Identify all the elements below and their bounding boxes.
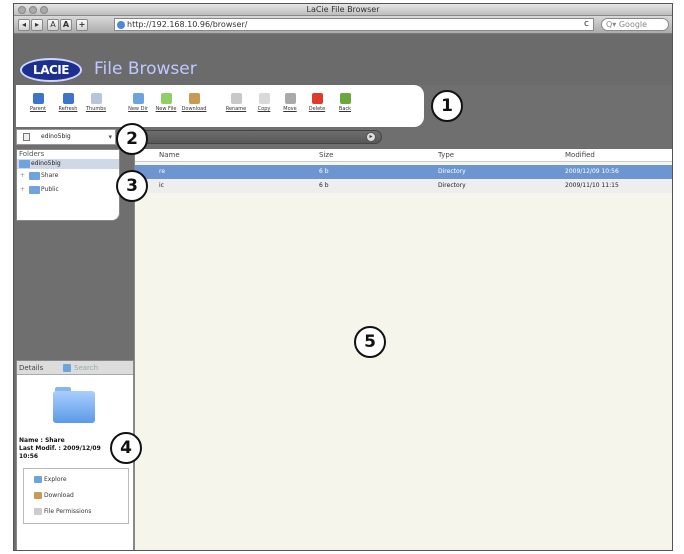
file-modified: 2009/12/09 10:56	[565, 168, 619, 175]
add-bookmark-button[interactable]: +	[76, 19, 88, 31]
drive-icon	[23, 133, 30, 141]
column-header-name[interactable]: Name	[159, 149, 180, 162]
permissions-action[interactable]: File Permissions	[34, 507, 92, 516]
lacie-logo: LACIE	[20, 58, 82, 82]
folder-root[interactable]: edino5big	[17, 159, 119, 169]
text-larger-button[interactable]: A	[60, 19, 72, 31]
explore-icon	[34, 476, 42, 483]
drive-folder-icon	[19, 160, 30, 168]
move-icon	[284, 93, 296, 104]
folder-tree-item-label: Share	[41, 172, 59, 179]
drive-select[interactable]: edino5big ▾	[16, 129, 116, 145]
search-icon	[63, 364, 71, 372]
chevron-down-icon: ▾	[108, 133, 112, 141]
file-name: ic	[159, 182, 164, 189]
thumbs-icon	[90, 93, 102, 104]
callout-5: 5	[354, 326, 386, 358]
forward-button[interactable]: ▸	[31, 19, 43, 31]
go-button[interactable]: ▸	[366, 132, 376, 142]
toolbar-button-label: Thumbs	[85, 106, 107, 112]
folder-root-label: edino5big	[31, 160, 61, 167]
app-title: File Browser	[94, 59, 197, 79]
search-field[interactable]: Q▾ Google	[601, 18, 669, 31]
browser-window: LaCie File Browser ◂ ▸ A A + http://192.…	[13, 3, 673, 551]
details-tabs: Details Search	[17, 361, 133, 375]
table-row[interactable]: ic 6 b Directory 2009/11/10 11:15	[135, 179, 672, 193]
refresh-icon	[62, 93, 74, 104]
file-list: Name Size Type Modified re 6 b Directory…	[134, 149, 672, 550]
drive-select-value: edino5big	[41, 133, 71, 140]
column-header-size[interactable]: Size	[319, 149, 333, 162]
reload-icon[interactable]: c	[584, 19, 593, 29]
new-dir-icon	[132, 93, 144, 104]
detail-actions: Explore Download File Permissions	[23, 468, 129, 524]
back-icon	[339, 93, 351, 104]
column-header-type[interactable]: Type	[438, 149, 454, 162]
new-file-icon	[160, 93, 172, 104]
download-icon	[188, 93, 200, 104]
callout-3: 3	[116, 170, 148, 202]
file-list-header: Name Size Type Modified	[135, 149, 672, 162]
back-button[interactable]: ◂	[18, 19, 30, 31]
app-header: LACIE File Browser	[14, 35, 672, 85]
detail-modified: Last Modif. : 2009/12/09	[19, 445, 101, 452]
file-size: 6 b	[319, 168, 329, 175]
folder-preview-icon	[53, 391, 95, 423]
callout-1: 1	[431, 90, 463, 122]
parent-icon	[32, 93, 44, 104]
url-field[interactable]: http://192.168.10.96/browser/	[114, 18, 594, 31]
globe-icon	[117, 21, 125, 29]
folder-tree-item-label: Public	[41, 186, 59, 193]
tab-details[interactable]: Details	[19, 361, 43, 375]
browser-navbar: ◂ ▸ A A + http://192.168.10.96/browser/ …	[14, 16, 672, 34]
download-action[interactable]: Download	[34, 491, 74, 500]
window-titlebar: LaCie File Browser	[14, 4, 672, 16]
file-name: re	[159, 168, 166, 175]
toolbar-button-label: Back	[338, 106, 352, 112]
folder-tree-item-share[interactable]: + Share	[17, 169, 119, 183]
rename-icon	[230, 93, 242, 104]
toolbar-button-label: Download	[181, 106, 207, 112]
expand-icon[interactable]: +	[20, 183, 25, 197]
detail-modified-time: 10:56	[19, 453, 39, 460]
file-size: 6 b	[319, 182, 329, 189]
permissions-icon	[34, 508, 42, 515]
folders-panel: Folders edino5big + Share + Public	[16, 149, 120, 221]
table-row[interactable]: re 6 b Directory 2009/12/09 10:56	[135, 165, 672, 179]
detail-name: Name : Share	[19, 437, 65, 444]
toolbar-button-thumbs[interactable]: Thumbs	[78, 93, 114, 123]
delete-icon	[311, 93, 323, 104]
toolbar: Parent Refresh Thumbs New Dir New File Downlo…	[16, 85, 424, 127]
file-modified: 2009/11/10 11:15	[565, 182, 619, 189]
url-text: http://192.168.10.96/browser/	[127, 20, 248, 29]
permissions-label: File Permissions	[44, 508, 92, 515]
column-header-modified[interactable]: Modified	[565, 149, 595, 162]
path-bar	[134, 130, 382, 144]
download-icon	[34, 492, 42, 499]
callout-4: 4	[110, 432, 142, 464]
toolbar-button-download[interactable]: Download	[176, 93, 212, 123]
explore-label: Explore	[44, 476, 67, 483]
window-title: LaCie File Browser	[306, 5, 380, 14]
text-smaller-button[interactable]: A	[47, 19, 59, 31]
file-type: Directory	[438, 182, 466, 189]
folder-icon	[29, 186, 40, 194]
expand-icon[interactable]: +	[20, 169, 25, 183]
file-type: Directory	[438, 168, 466, 175]
folder-icon	[29, 172, 40, 180]
folders-title: Folders	[19, 150, 45, 158]
folder-tree-item-public[interactable]: + Public	[17, 183, 119, 197]
callout-2: 2	[116, 123, 148, 155]
tab-search[interactable]: Search	[74, 361, 98, 375]
copy-icon	[258, 93, 270, 104]
toolbar-button-back[interactable]: Back	[327, 93, 363, 123]
download-label: Download	[44, 492, 74, 499]
explore-action[interactable]: Explore	[34, 475, 67, 484]
